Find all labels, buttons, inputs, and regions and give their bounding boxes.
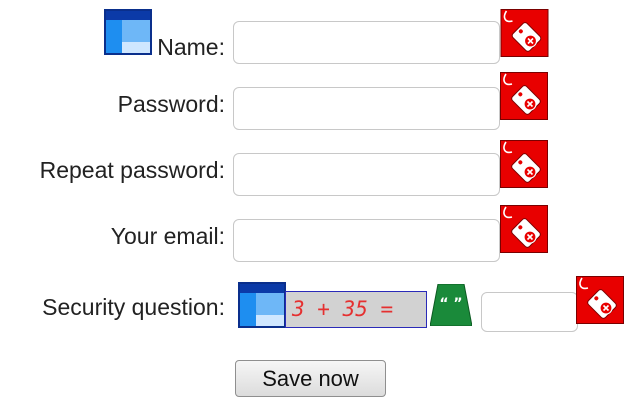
captcha-expression: 3 + 35 = bbox=[285, 291, 427, 328]
field-info-window-icon bbox=[104, 9, 152, 55]
name-input[interactable] bbox=[233, 21, 500, 64]
repeat-password-input[interactable] bbox=[233, 153, 500, 196]
save-now-button[interactable]: Save now bbox=[235, 360, 386, 397]
captcha-window-icon bbox=[238, 282, 286, 328]
security-question-label: Security question: bbox=[42, 294, 225, 320]
email-label: Your email: bbox=[110, 223, 225, 249]
name-validation-tag-icon bbox=[500, 9, 549, 57]
email-validation-tag-icon bbox=[500, 205, 548, 253]
password-label: Password: bbox=[117, 91, 225, 117]
security-answer-input[interactable] bbox=[481, 292, 578, 332]
svg-text:“ ”: “ ” bbox=[439, 296, 462, 312]
password-validation-tag-icon bbox=[500, 72, 548, 120]
security-answer-validation-tag-icon bbox=[576, 276, 624, 324]
password-input[interactable] bbox=[233, 87, 500, 130]
name-label: Name: bbox=[157, 34, 225, 60]
repeat-password-label: Repeat password: bbox=[39, 157, 225, 183]
email-input[interactable] bbox=[233, 219, 500, 262]
quote-icon[interactable]: “ ” bbox=[430, 284, 472, 326]
repeat-password-validation-tag-icon bbox=[500, 140, 548, 188]
